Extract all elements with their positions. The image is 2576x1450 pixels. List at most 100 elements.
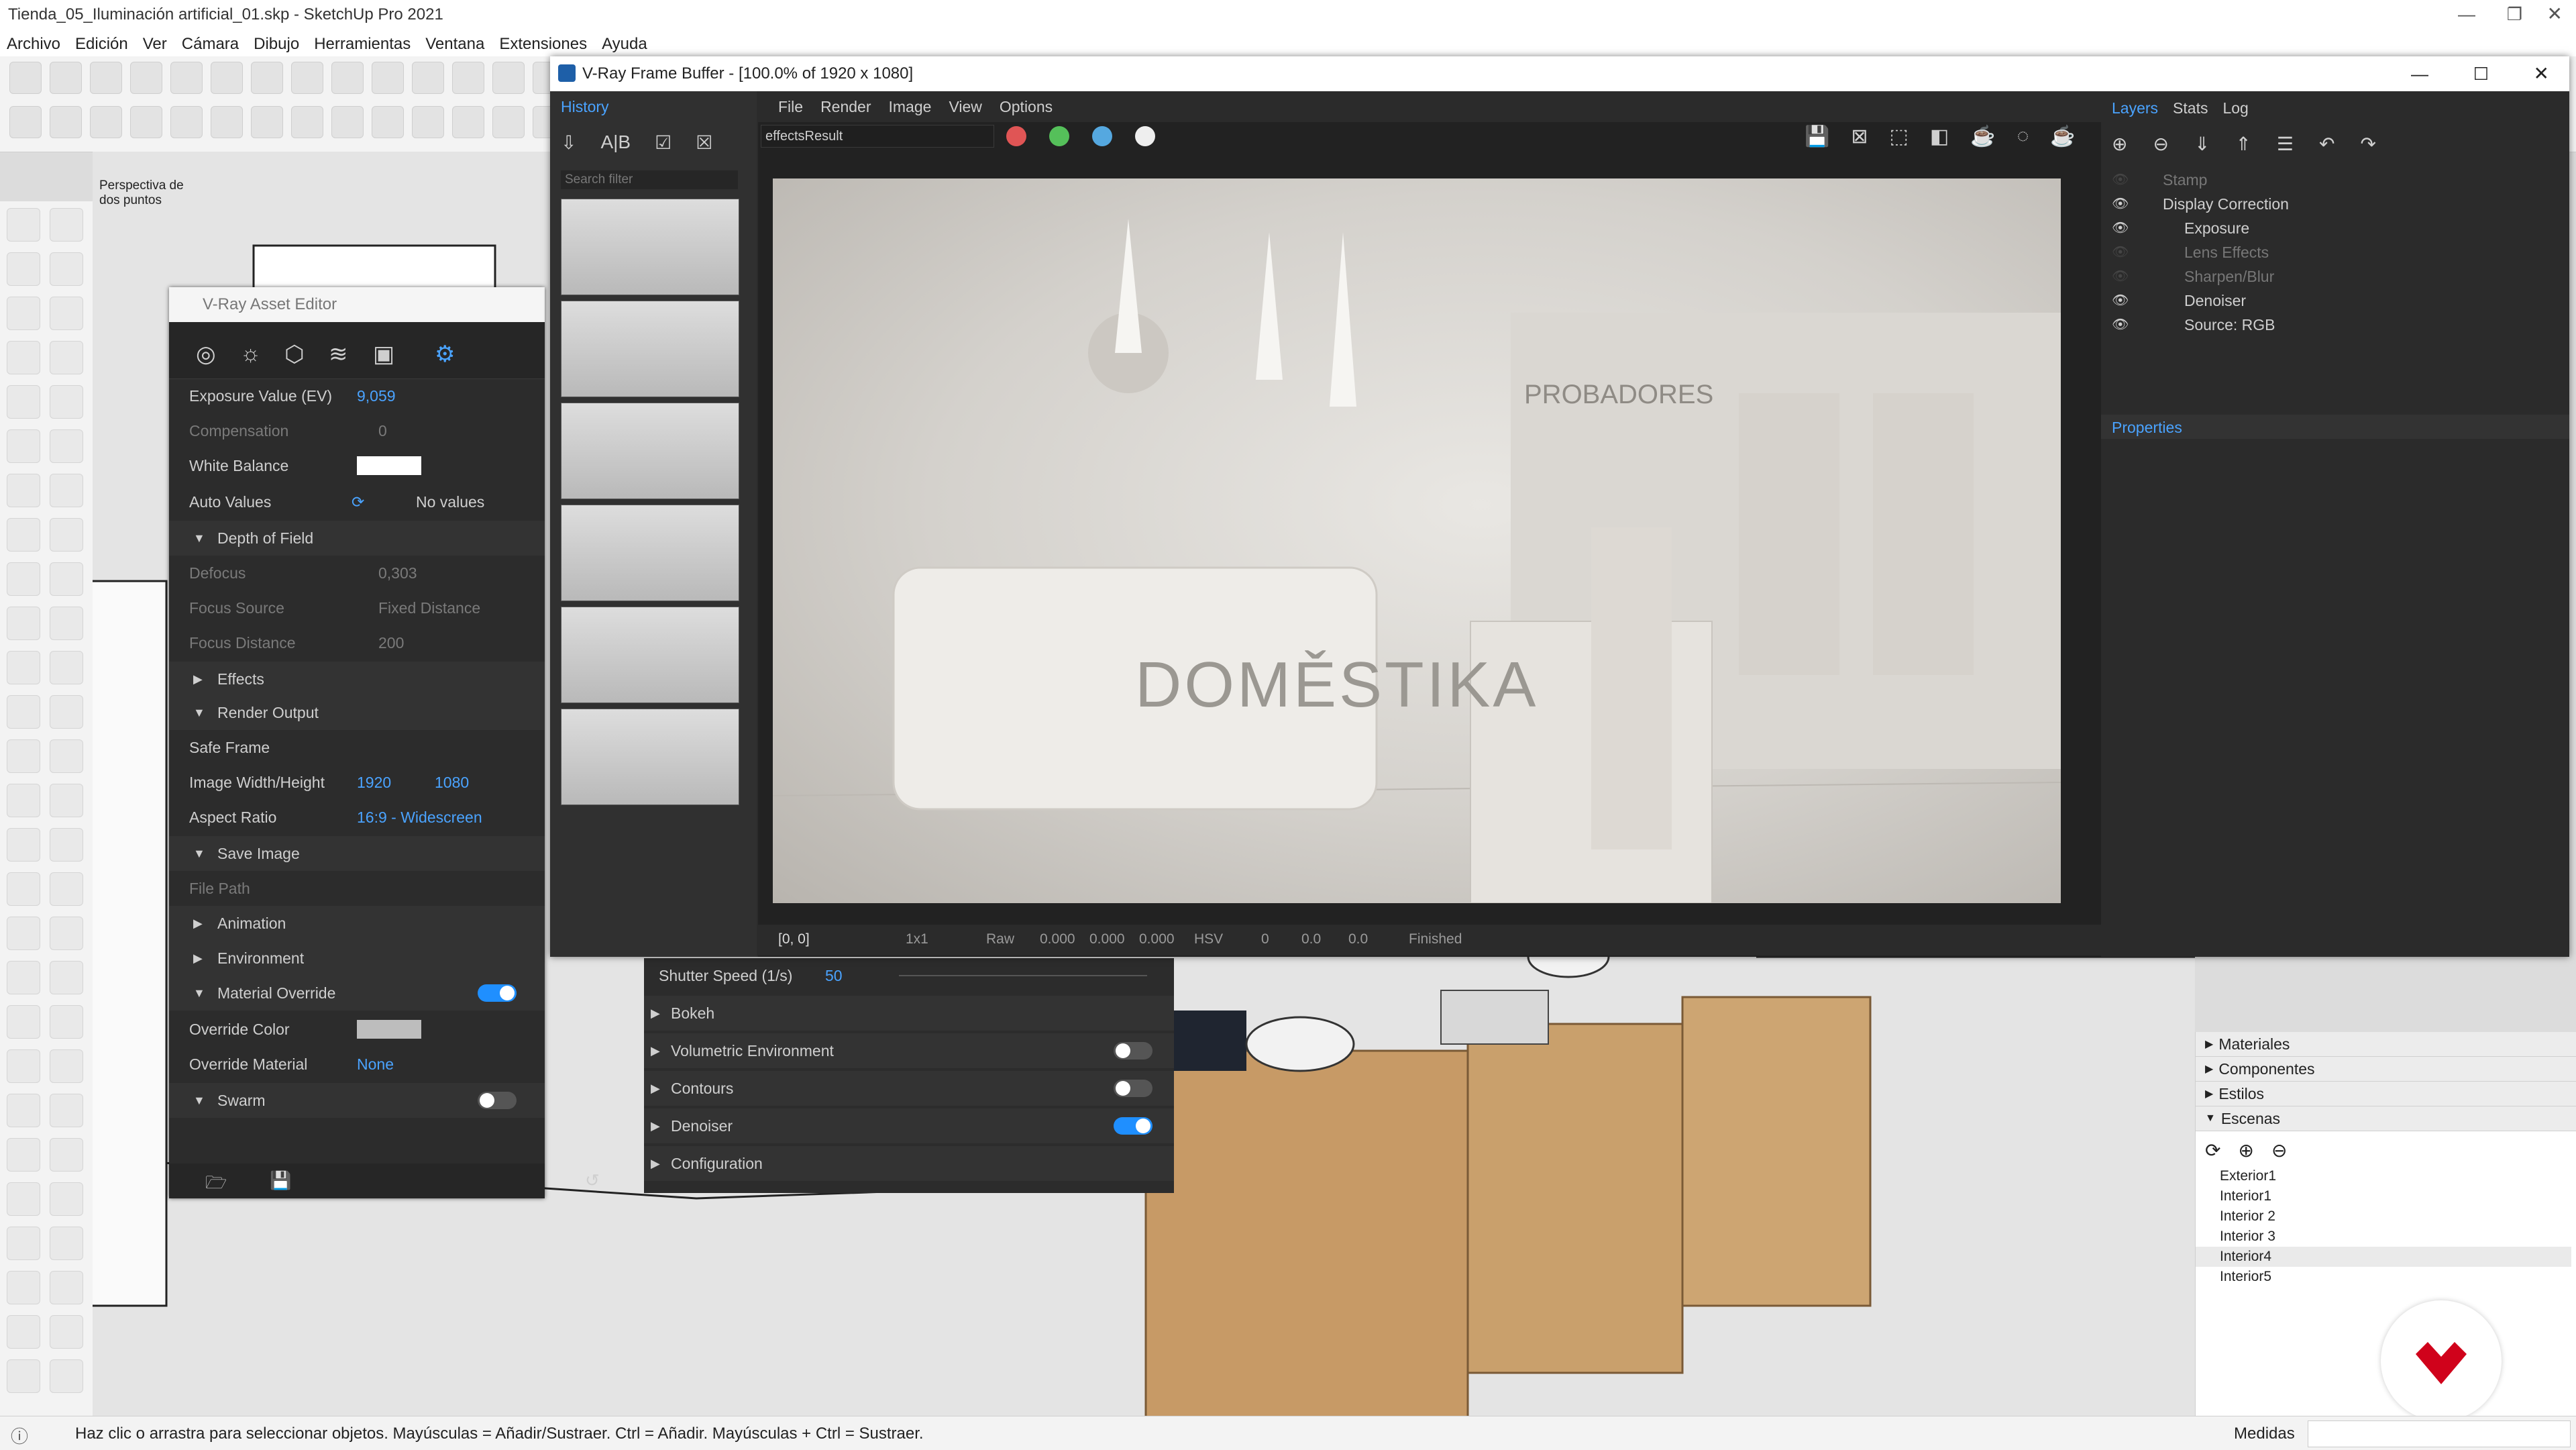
tool-button[interactable] (50, 297, 83, 330)
layers-tab-log[interactable]: Log (2222, 99, 2248, 117)
expanded-icon[interactable]: ▼ (193, 695, 205, 730)
tool-button[interactable] (7, 739, 40, 773)
tool-button[interactable] (50, 208, 83, 242)
tool-button[interactable] (50, 1359, 83, 1393)
remove-scene-icon[interactable]: ⊖ (2271, 1139, 2287, 1161)
green-channel-button[interactable] (1049, 126, 1069, 146)
tool-button[interactable] (7, 474, 40, 507)
section-label[interactable]: Environment (217, 941, 304, 976)
tool-button[interactable] (7, 429, 40, 463)
section-label[interactable]: Depth of Field (217, 521, 313, 556)
color-mode-select[interactable]: HSV (1194, 931, 1223, 947)
alpha-channel-button[interactable] (1135, 126, 1155, 146)
toolbar-button[interactable] (251, 106, 283, 138)
measurements-input[interactable] (2308, 1420, 2571, 1447)
image-height[interactable]: 1080 (435, 765, 469, 800)
toggle-switch[interactable] (478, 1092, 517, 1109)
toolbar-button[interactable] (90, 106, 122, 138)
toolbar-button[interactable] (50, 62, 82, 94)
tool-button[interactable] (7, 828, 40, 862)
collapsed-icon[interactable]: ▶ (193, 906, 203, 941)
toggle-switch[interactable] (1114, 1042, 1152, 1059)
tray-panel-estilos[interactable]: ▶ Estilos (2196, 1082, 2576, 1106)
section-label[interactable]: Volumetric Environment (671, 1033, 834, 1068)
vfb-menu-render[interactable]: Render (820, 91, 871, 122)
toolbar-button[interactable] (412, 106, 444, 138)
section-label[interactable]: Material Override (217, 976, 335, 1011)
start-render-icon[interactable]: ☕ (2050, 125, 2075, 148)
history-thumbnail[interactable] (561, 709, 739, 805)
tool-button[interactable] (7, 784, 40, 817)
toolbar-button[interactable] (492, 62, 525, 94)
shutter-slider[interactable] (899, 975, 1147, 976)
toolbar-button[interactable] (50, 106, 82, 138)
toolbar-button[interactable] (452, 106, 484, 138)
tool-button[interactable] (7, 341, 40, 374)
remove-history-icon[interactable]: ☒ (696, 132, 712, 154)
collapsed-icon[interactable]: ▶ (651, 1146, 660, 1181)
tool-button[interactable] (7, 1227, 40, 1260)
history-thumbnail[interactable] (561, 607, 739, 703)
scene-list-item[interactable]: Interior4 (2196, 1247, 2571, 1267)
add-scene-icon[interactable]: ⊕ (2238, 1139, 2253, 1161)
scene-list-item[interactable]: Exterior1 (2196, 1166, 2571, 1186)
layers-icon[interactable]: ≋ (329, 341, 348, 368)
menu-extensiones[interactable]: Extensiones (499, 32, 587, 56)
tool-button[interactable] (50, 961, 83, 994)
image-width[interactable]: 1920 (357, 765, 391, 800)
toolbar-button[interactable] (291, 62, 323, 94)
field-value[interactable]: 16:9 - Widescreen (357, 800, 482, 835)
history-tab[interactable]: History (550, 91, 757, 123)
tool-button[interactable] (7, 1271, 40, 1304)
toolbar-button[interactable] (331, 106, 364, 138)
history-thumbnail[interactable] (561, 505, 739, 601)
layers-tab-layers[interactable]: Layers (2112, 99, 2158, 117)
reset-icon[interactable]: ↺ (585, 1170, 600, 1191)
toolbar-button[interactable] (412, 62, 444, 94)
toggle-switch[interactable] (478, 984, 517, 1002)
geometry-icon[interactable]: ⬡ (284, 341, 305, 368)
section-label[interactable]: Bokeh (671, 996, 714, 1031)
tool-button[interactable] (50, 872, 83, 906)
settings-icon[interactable]: ⚙ (435, 341, 455, 368)
menu-herramientas[interactable]: Herramientas (314, 32, 411, 56)
tool-button[interactable] (50, 474, 83, 507)
save-to-history-icon[interactable]: ⇩ (561, 132, 576, 154)
tool-button[interactable] (50, 695, 83, 729)
tool-button[interactable] (7, 1049, 40, 1083)
toggle-switch[interactable] (1114, 1080, 1152, 1097)
vfb-menu-image[interactable]: Image (889, 91, 932, 122)
toolbar-button[interactable] (251, 62, 283, 94)
tool-button[interactable] (50, 828, 83, 862)
toolbar-button[interactable] (90, 62, 122, 94)
field-value[interactable]: Fixed Distance (378, 590, 480, 625)
collapsed-icon[interactable]: ▶ (651, 1033, 660, 1068)
tool-button[interactable] (7, 1094, 40, 1127)
section-label[interactable]: Swarm (217, 1083, 266, 1118)
load-history-icon[interactable]: ☑ (655, 132, 672, 154)
expanded-icon[interactable]: ▼ (193, 976, 205, 1011)
field-value[interactable]: 0,303 (378, 556, 417, 590)
collapsed-icon[interactable]: ▶ (193, 662, 203, 696)
tool-button[interactable] (7, 297, 40, 330)
history-thumbnail[interactable] (561, 403, 739, 499)
collapsed-icon[interactable]: ▶ (193, 941, 203, 976)
field-value[interactable]: 0 (378, 413, 387, 448)
menu-archivo[interactable]: Archivo (7, 32, 60, 56)
vfb-menu-file[interactable]: File (778, 91, 803, 122)
tool-button[interactable] (50, 1271, 83, 1304)
tool-button[interactable] (50, 917, 83, 950)
zoom-select[interactable]: 1x1 (906, 931, 928, 947)
tool-button[interactable] (50, 1005, 83, 1039)
layer-item[interactable]: 👁 Stamp (2101, 168, 2569, 192)
toolbar-button[interactable] (130, 106, 162, 138)
vfb-menu-view[interactable]: View (949, 91, 981, 122)
visibility-icon[interactable]: 👁 (2112, 240, 2129, 264)
layer-item[interactable]: 👁 Exposure (2101, 216, 2569, 240)
tool-button[interactable] (7, 607, 40, 640)
tool-button[interactable] (7, 1359, 40, 1393)
history-thumbnail[interactable] (561, 199, 739, 295)
override-color-swatch[interactable] (357, 1020, 421, 1039)
vfb-minimize-button[interactable]: — (2411, 56, 2428, 91)
section-label[interactable]: Save Image (217, 836, 300, 871)
